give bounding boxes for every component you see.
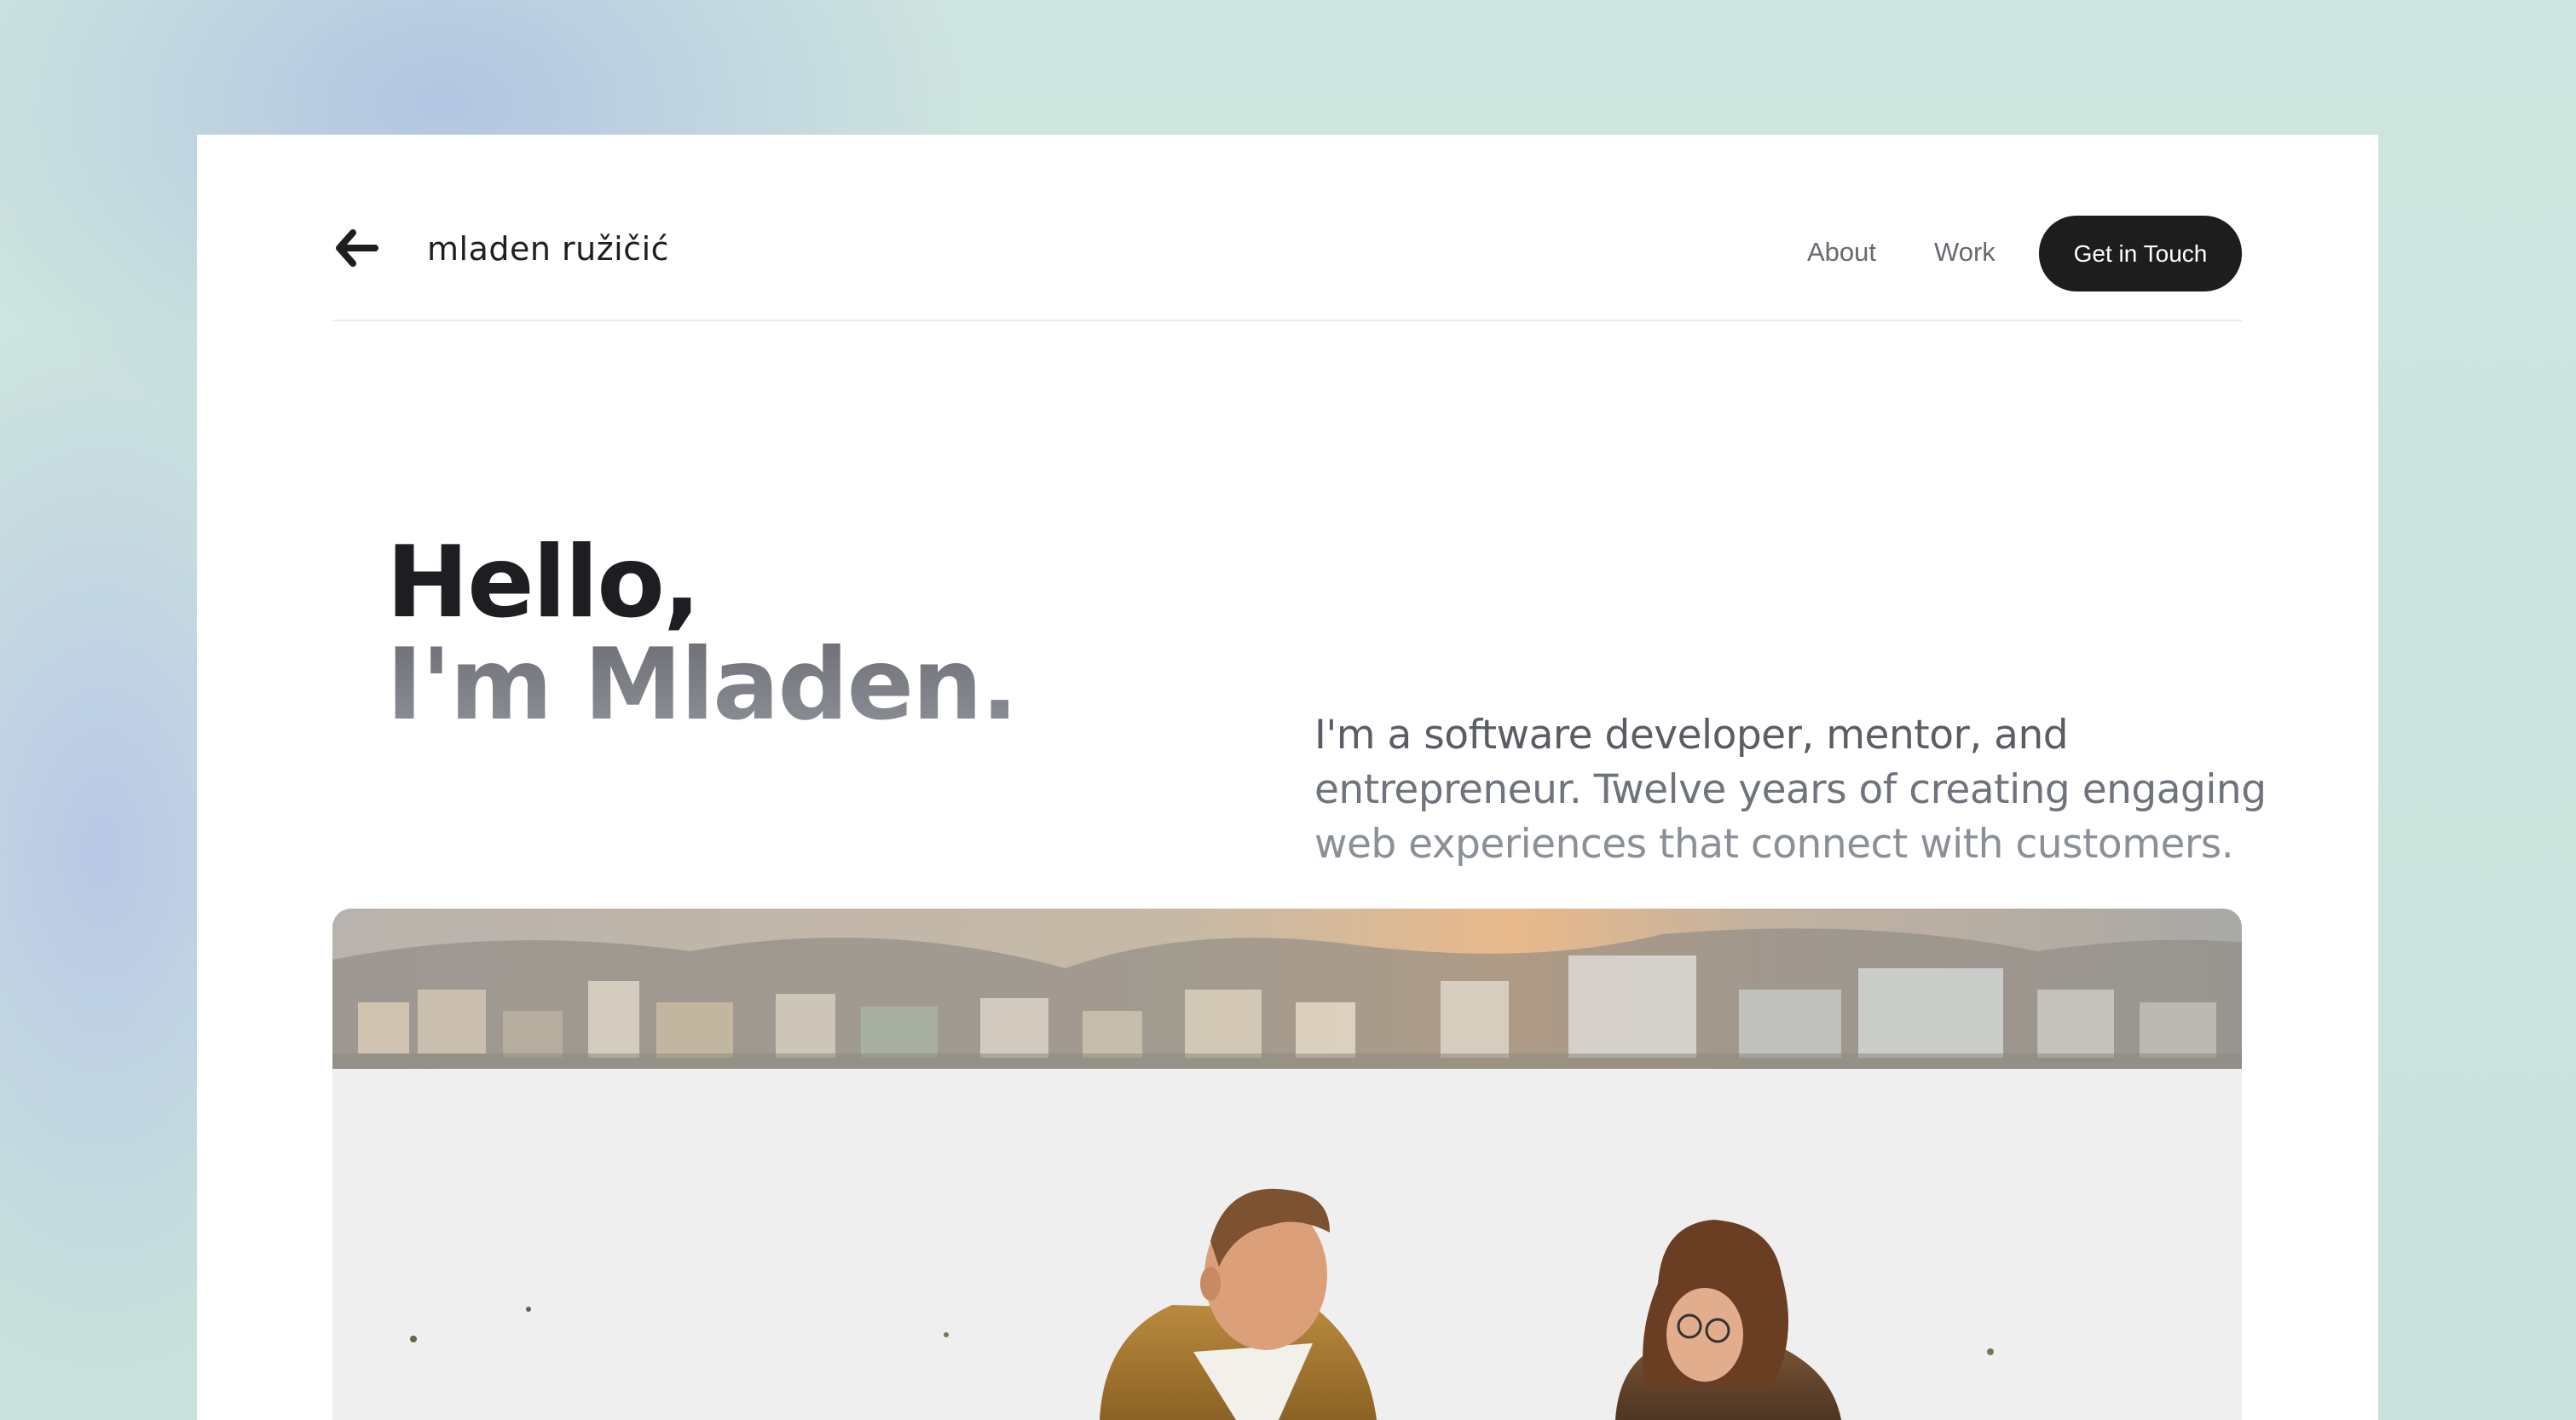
hero-title-line-2: I'm Mladen. (386, 627, 1019, 742)
nav-link-work[interactable]: Work (1934, 237, 1996, 268)
arrow-left-icon[interactable] (332, 224, 380, 272)
nav-link-about[interactable]: About (1807, 237, 1876, 268)
hero-description-line: entrepreneur. Twelve years of creating e… (1314, 766, 2267, 813)
hero-photo (332, 909, 2242, 1420)
top-navigation: mladen ružičić About Work Get in Touch (332, 135, 2242, 321)
hero-title-line-1: Hello, (386, 525, 701, 640)
hero-description-line: I'm a software developer, mentor, and (1314, 712, 2069, 759)
hero-title: Hello, I'm Mladen. (386, 525, 1019, 742)
hero-description: I'm a software developer, mentor, and en… (1314, 708, 2267, 872)
page-card: mladen ružičić About Work Get in Touch H… (197, 135, 2378, 1420)
brand-name[interactable]: mladen ružičić (427, 230, 669, 268)
get-in-touch-button[interactable]: Get in Touch (2039, 216, 2242, 292)
hero-description-line: web experiences that connect with custom… (1314, 821, 2234, 868)
